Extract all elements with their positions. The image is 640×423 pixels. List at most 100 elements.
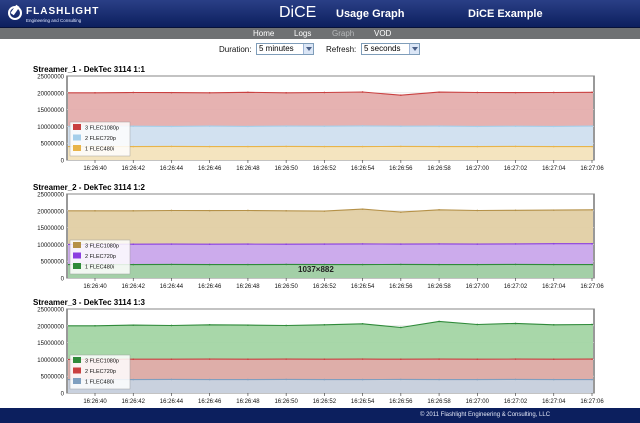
data-point	[552, 358, 555, 361]
data-point	[323, 91, 326, 94]
legend-label: 1 FLEC480i	[85, 147, 114, 153]
y-tick-label: 5000000	[41, 375, 65, 381]
data-point	[285, 358, 287, 360]
x-tick-label: 16:26:40	[83, 166, 107, 172]
data-point	[476, 145, 479, 148]
data-point	[285, 324, 287, 327]
data-point	[170, 263, 173, 266]
x-tick-label: 16:27:00	[466, 399, 490, 405]
x-tick-label: 16:26:46	[198, 284, 222, 290]
data-point	[514, 145, 517, 148]
chevron-down-icon[interactable]	[409, 44, 419, 54]
data-point	[323, 358, 326, 361]
chart-legend: 3 FLEC1080p 2 FLEC720p 1 FLEC480i	[69, 354, 131, 390]
streamer-1-plot: 25000000 20000000 15000000 10000000 5000000 0…	[37, 75, 604, 173]
data-point	[247, 378, 249, 381]
refresh-value: 5 seconds	[364, 44, 401, 53]
data-point	[170, 91, 173, 94]
x-tick-label: 16:26:44	[160, 166, 184, 172]
nav-graph[interactable]: Graph	[332, 28, 354, 39]
data-point	[132, 125, 135, 128]
data-point	[170, 324, 173, 327]
streamer-2-chart: Streamer_2 - DekTec 3114 1:2 25000000 200…	[0, 183, 640, 298]
data-point	[438, 145, 440, 148]
data-point	[208, 145, 211, 148]
data-point	[552, 263, 555, 266]
x-tick-label: 16:26:54	[351, 284, 375, 290]
legend-swatch	[73, 263, 81, 269]
y-tick-label: 0	[61, 392, 65, 398]
series-line	[68, 125, 593, 127]
data-point	[323, 323, 326, 326]
x-tick-label: 16:27:02	[504, 399, 528, 405]
nav-logs[interactable]: Logs	[294, 28, 311, 39]
data-point	[400, 94, 402, 96]
data-point	[476, 378, 479, 381]
data-point	[132, 378, 135, 381]
x-tick-label: 16:27:06	[580, 399, 604, 405]
x-tick-label: 16:26:54	[351, 166, 375, 172]
data-point	[438, 358, 440, 360]
y-tick-label: 15000000	[37, 341, 64, 347]
data-point	[400, 358, 402, 361]
data-point	[552, 242, 555, 245]
x-tick-label: 16:26:42	[122, 166, 146, 172]
data-point	[361, 243, 364, 245]
data-point	[476, 125, 479, 128]
y-tick-label: 10000000	[37, 125, 64, 131]
legend-label: 3 FLEC1080p	[85, 244, 119, 250]
data-point	[285, 243, 287, 246]
data-point	[591, 358, 593, 360]
data-point	[438, 125, 440, 127]
data-point	[400, 378, 402, 381]
data-point	[208, 92, 211, 94]
refresh-select[interactable]: 5 seconds	[361, 43, 420, 55]
x-tick-label: 16:26:54	[351, 399, 375, 405]
data-point	[514, 125, 517, 128]
y-tick-label: 15000000	[37, 226, 64, 232]
data-point	[400, 145, 402, 148]
x-tick-label: 16:26:40	[83, 284, 107, 290]
streamer-1-chart: Streamer_1 - DekTec 3114 1:1 25000000 200…	[0, 65, 640, 180]
y-tick-label: 10000000	[37, 358, 64, 364]
nav-vod[interactable]: VOD	[374, 28, 391, 39]
nav-home[interactable]: Home	[253, 28, 274, 39]
duration-select[interactable]: 5 minutes	[256, 43, 314, 55]
data-point	[552, 323, 555, 326]
data-point	[552, 91, 555, 94]
legend-swatch	[73, 134, 81, 141]
x-tick-label: 16:27:00	[466, 166, 490, 172]
x-tick-label: 16:27:00	[466, 284, 490, 290]
data-point	[285, 125, 287, 127]
x-tick-label: 16:26:52	[313, 399, 337, 405]
x-tick-label: 16:26:48	[236, 399, 260, 405]
chevron-down-icon[interactable]	[303, 44, 313, 54]
data-point	[476, 323, 479, 326]
data-point	[208, 125, 211, 127]
series-line	[68, 243, 593, 245]
page-title: Usage Graph	[336, 8, 405, 20]
chart-legend: 3 FLEC1080p 2 FLEC720p 1 FLEC480i	[69, 239, 131, 275]
data-point	[514, 209, 517, 212]
x-tick-label: 16:27:02	[504, 166, 528, 172]
data-point	[438, 91, 440, 93]
x-tick-label: 16:26:44	[160, 399, 184, 405]
streamer-2-plot: 25000000 20000000 15000000 10000000 5000000 0…	[37, 193, 604, 291]
data-point	[247, 125, 249, 128]
data-point	[170, 243, 173, 245]
chart-legend: 3 FLEC1080p 2 FLEC720p 1 FLEC480i	[69, 121, 131, 157]
x-tick-label: 16:26:58	[427, 399, 451, 405]
data-point	[323, 378, 326, 381]
y-tick-label: 0	[61, 159, 65, 165]
data-point	[514, 91, 517, 94]
data-point	[323, 243, 326, 245]
data-point	[514, 378, 517, 381]
x-tick-label: 16:26:56	[389, 284, 413, 290]
main-nav: Home Logs Graph VOD	[0, 28, 640, 39]
data-point	[323, 145, 326, 148]
y-tick-label: 25000000	[37, 75, 64, 81]
data-point	[476, 91, 479, 94]
data-point	[438, 378, 440, 381]
legend-label: 3 FLEC1080p	[85, 359, 119, 365]
x-tick-label: 16:26:46	[198, 399, 222, 405]
